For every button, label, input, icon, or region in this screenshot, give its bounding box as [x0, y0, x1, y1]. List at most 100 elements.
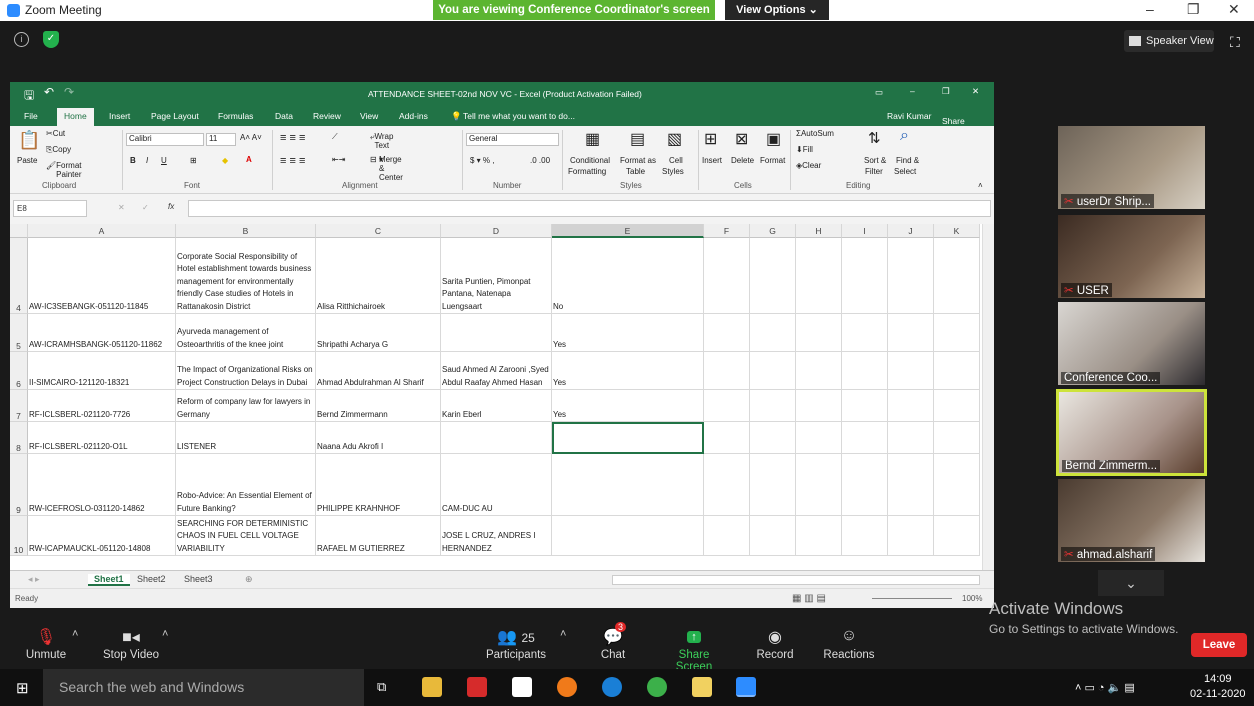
view-options-button[interactable]: View Options ⌄: [725, 0, 829, 20]
empty-cell[interactable]: [842, 422, 888, 454]
minimize-icon[interactable]: –: [1146, 1, 1154, 17]
format-painter-button[interactable]: 🖌 Format Painter: [46, 161, 82, 179]
chrome-icon[interactable]: [647, 677, 667, 697]
align-top-icon[interactable]: ≡ ≡ ≡: [280, 132, 305, 144]
store-icon[interactable]: [512, 677, 532, 697]
empty-cell[interactable]: [796, 352, 842, 390]
tab-data[interactable]: Data: [275, 111, 293, 121]
excel-minimize-icon[interactable]: –: [910, 86, 915, 96]
cell-c-row-6[interactable]: Ahmad Abdulrahman Al Sharif: [316, 352, 441, 390]
conditional-formatting-icon[interactable]: ▦: [585, 129, 600, 149]
empty-cell[interactable]: [796, 422, 842, 454]
column-header-j[interactable]: J: [888, 224, 934, 238]
tab-review[interactable]: Review: [313, 111, 341, 121]
empty-cell[interactable]: [934, 238, 980, 314]
new-sheet-icon[interactable]: ⊕: [245, 574, 253, 585]
row-header[interactable]: 6: [10, 352, 28, 390]
zoom-slider[interactable]: [872, 598, 952, 599]
column-header-a[interactable]: A: [28, 224, 176, 238]
insert-cells-icon[interactable]: ⊞: [704, 129, 717, 149]
cell-b-row-7[interactable]: Reform of company law for lawyers in Ger…: [176, 390, 316, 422]
cell-d-row-4[interactable]: Sarita Puntien, Pimonpat Pantana, Natena…: [441, 238, 552, 314]
row-header[interactable]: 7: [10, 390, 28, 422]
video-tile-2[interactable]: ✂ USER: [1058, 215, 1205, 298]
cell-d-row-8[interactable]: [441, 422, 552, 454]
column-header-i[interactable]: I: [842, 224, 888, 238]
autosum-button[interactable]: Σ AutoSum: [796, 129, 834, 138]
empty-cell[interactable]: [704, 314, 750, 352]
cell-b-row-8[interactable]: LISTENER: [176, 422, 316, 454]
column-header-f[interactable]: F: [704, 224, 750, 238]
format-cells-button[interactable]: Format: [760, 156, 785, 165]
empty-cell[interactable]: [934, 314, 980, 352]
cell-e-row-8[interactable]: [552, 422, 704, 454]
empty-cell[interactable]: [750, 238, 796, 314]
video-tile-5[interactable]: ✂ ahmad.alsharif: [1058, 479, 1205, 562]
system-tray-icons[interactable]: ˄ ▭ ◔ 🔈 ▤: [1075, 681, 1135, 694]
cell-c-row-5[interactable]: Shripathi Acharya G: [316, 314, 441, 352]
find-select-button[interactable]: Find &: [896, 156, 919, 165]
encryption-shield-icon[interactable]: ✓: [43, 31, 59, 48]
cell-c-row-9[interactable]: PHILIPPE KRAHNHOF: [316, 454, 441, 516]
participants-caret-icon[interactable]: ˄: [560, 628, 566, 640]
column-header-h[interactable]: H: [796, 224, 842, 238]
align-left-icon[interactable]: ≡ ≡ ≡: [280, 155, 305, 167]
fullscreen-icon[interactable]: ⛶: [1230, 34, 1240, 51]
cell-a-row-7[interactable]: RF-ICLSBERL-021120-7726: [28, 390, 176, 422]
vertical-scrollbar[interactable]: [982, 224, 994, 570]
empty-cell[interactable]: [842, 454, 888, 516]
file-explorer-icon[interactable]: [422, 677, 442, 697]
cell-styles-button[interactable]: Cell: [669, 156, 683, 165]
wrap-text-button[interactable]: ⤶ Wrap Text: [370, 132, 393, 150]
font-grow-icon[interactable]: A˄ A˅: [240, 133, 262, 142]
cell-b-row-10[interactable]: SEARCHING FOR DETERMINISTIC CHAOS IN FUE…: [176, 516, 316, 556]
maximize-icon[interactable]: ❐: [1187, 1, 1200, 18]
excel-close-icon[interactable]: ✕: [972, 86, 979, 97]
reactions-button[interactable]: ☺ Reactions: [822, 627, 876, 661]
cell-c-row-8[interactable]: Naana Adu Akrofi I: [316, 422, 441, 454]
sort-filter-button[interactable]: Sort &: [864, 156, 886, 165]
cell-b-row-5[interactable]: Ayurveda management of Osteoarthritis of…: [176, 314, 316, 352]
audio-options-caret-icon[interactable]: ˄: [72, 628, 78, 640]
cancel-formula-icon[interactable]: ✕: [118, 203, 125, 212]
format-as-table-button[interactable]: Format as: [620, 156, 656, 165]
empty-cell[interactable]: [750, 390, 796, 422]
prev-sheet-icon[interactable]: ◂ ▸: [28, 574, 40, 585]
video-tile-3[interactable]: Conference Coo...: [1058, 302, 1205, 385]
cell-e-row-5[interactable]: Yes: [552, 314, 704, 352]
cell-c-row-4[interactable]: Alisa Ritthichairoek: [316, 238, 441, 314]
empty-cell[interactable]: [704, 390, 750, 422]
tab-file[interactable]: File: [24, 111, 38, 121]
fill-button[interactable]: ⬇ Fill: [796, 145, 813, 154]
zoom-app-icon[interactable]: [736, 677, 756, 697]
font-color-icon[interactable]: A: [246, 155, 252, 164]
empty-cell[interactable]: [888, 352, 934, 390]
cell-d-row-7[interactable]: Karin Eberl: [441, 390, 552, 422]
cell-c-row-10[interactable]: RAFAEL M GUTIERREZ: [316, 516, 441, 556]
cell-e-row-9[interactable]: [552, 454, 704, 516]
acrobat-icon[interactable]: [467, 677, 487, 697]
empty-cell[interactable]: [934, 422, 980, 454]
column-header-e[interactable]: E: [552, 224, 704, 238]
cell-a-row-9[interactable]: RW-ICEFROSLO-031120-14862: [28, 454, 176, 516]
empty-cell[interactable]: [842, 238, 888, 314]
empty-cell[interactable]: [704, 422, 750, 454]
close-icon[interactable]: ✕: [1228, 1, 1240, 18]
insert-function-icon[interactable]: fx: [168, 202, 174, 211]
sheet-tab-3[interactable]: Sheet3: [184, 574, 213, 584]
speaker-view-button[interactable]: Speaker View: [1124, 30, 1214, 52]
cell-e-row-10[interactable]: [552, 516, 704, 556]
cut-button[interactable]: ✂ Cut: [46, 129, 65, 138]
empty-cell[interactable]: [796, 238, 842, 314]
tab-page-layout[interactable]: Page Layout: [151, 111, 199, 121]
empty-cell[interactable]: [842, 516, 888, 556]
column-header-b[interactable]: B: [176, 224, 316, 238]
horizontal-scrollbar[interactable]: [612, 575, 980, 585]
column-header-g[interactable]: G: [750, 224, 796, 238]
decimal-icon[interactable]: .0 .00: [530, 156, 550, 165]
cell-e-row-6[interactable]: Yes: [552, 352, 704, 390]
cell-a-row-6[interactable]: II-SIMCAIRO-121120-18321: [28, 352, 176, 390]
sort-filter-icon[interactable]: ⇅: [868, 129, 881, 147]
tell-me-box[interactable]: Tell me what you want to do...: [463, 111, 575, 121]
cell-d-row-5[interactable]: [441, 314, 552, 352]
